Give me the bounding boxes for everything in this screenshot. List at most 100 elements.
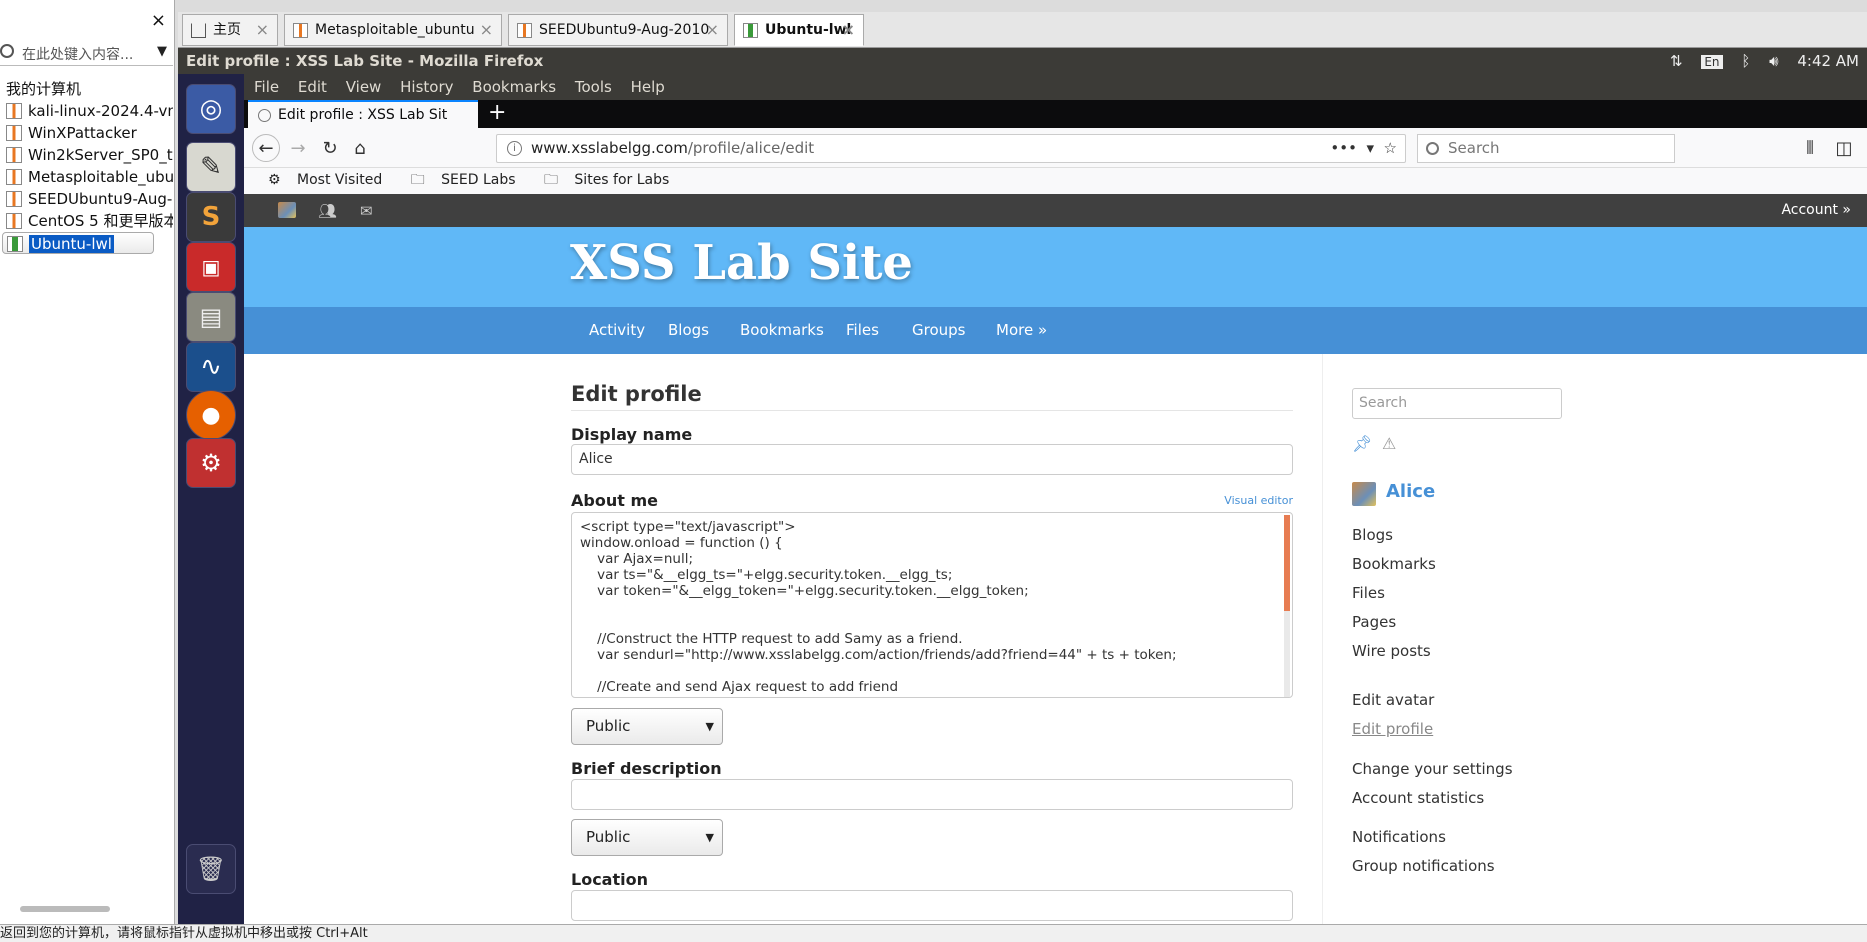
friends-icon[interactable]: 👥︎ <box>318 202 337 220</box>
firefox-icon[interactable]: ● <box>186 390 236 440</box>
brief-description-access-select[interactable]: Public ▼ <box>571 819 723 856</box>
close-icon[interactable]: × <box>480 15 493 45</box>
close-icon[interactable]: × <box>151 10 166 31</box>
menu-view[interactable]: View <box>346 78 382 96</box>
bookmark-star-icon[interactable]: ☆ <box>1384 139 1397 157</box>
bookmark-label: Sites for Labs <box>574 172 670 188</box>
vmware-status-bar: 返回到您的计算机，请将鼠标指针从虚拟机中移出或按 Ctrl+Alt <box>0 924 1867 942</box>
keyboard-layout-indicator[interactable]: En <box>1701 55 1723 69</box>
menu-bookmarks[interactable]: Bookmarks <box>472 78 556 96</box>
new-tab-button[interactable]: + <box>488 100 506 126</box>
reload-button[interactable]: ↻ <box>316 134 344 162</box>
vm-item-selected[interactable]: Ubuntu-lwl <box>2 232 154 254</box>
tree-root[interactable]: 我的计算机 <box>2 78 173 100</box>
info-icon[interactable]: i <box>507 141 522 156</box>
brief-description-field[interactable] <box>571 779 1293 810</box>
terminal-icon[interactable]: ▣ <box>186 242 236 292</box>
nav-blogs[interactable]: Blogs <box>668 321 709 339</box>
vm-item[interactable]: Win2kServer_SP0_ta <box>2 144 173 166</box>
sidebar-link-wire-posts[interactable]: Wire posts <box>1352 642 1431 660</box>
bookmark-sites-for-labs[interactable]: 🗀 Sites for Labs <box>532 172 669 188</box>
display-name-field[interactable]: Alice <box>571 444 1293 475</box>
horizontal-scrollbar[interactable] <box>20 906 110 912</box>
sidebar-link-edit-profile[interactable]: Edit profile <box>1352 720 1433 738</box>
library-search-input[interactable]: 在此处键入内容... ▼ <box>0 40 173 66</box>
sidebar-link-account-statistics[interactable]: Account statistics <box>1352 789 1484 807</box>
vm-tab-seedubuntu[interactable]: SEEDUbuntu9-Aug-2010 × <box>508 14 728 46</box>
network-icon[interactable]: ⇅ <box>1670 52 1683 70</box>
ubuntu-dash-icon[interactable]: ◎ <box>186 84 236 134</box>
location-field[interactable] <box>571 890 1293 921</box>
about-me-access-select[interactable]: Public ▼ <box>571 708 723 745</box>
home-button[interactable]: ⌂ <box>346 134 374 162</box>
chevron-down-icon[interactable]: ▼ <box>157 44 167 59</box>
menu-file[interactable]: File <box>254 78 279 96</box>
sidebar-link-files[interactable]: Files <box>1352 584 1385 602</box>
bookmark-label: Most Visited <box>297 172 383 188</box>
vm-tab-metasploitable[interactable]: Metasploitable_ubuntu × <box>284 14 502 46</box>
browser-search-placeholder: Search <box>1448 139 1500 157</box>
sidebar-search-input[interactable]: Search <box>1352 388 1562 419</box>
vm-tab-ubuntu-lwl[interactable]: Ubuntu-lwl × <box>734 14 864 46</box>
pin-icon[interactable]: 📌︎ <box>1352 434 1372 453</box>
scrollbar-thumb[interactable] <box>1284 515 1290 611</box>
visual-editor-link[interactable]: Visual editor <box>1224 494 1293 507</box>
url-bar[interactable]: i www.xsslabelgg.com/profile/alice/edit … <box>496 134 1406 163</box>
nav-groups[interactable]: Groups <box>912 321 965 339</box>
back-button[interactable]: ← <box>252 134 280 162</box>
nav-activity[interactable]: Activity <box>589 321 645 339</box>
site-name[interactable]: XSS Lab Site <box>570 235 913 291</box>
sidebar-link-blogs[interactable]: Blogs <box>1352 526 1393 544</box>
system-settings-icon[interactable]: ⚙ <box>186 438 236 488</box>
clock[interactable]: 4:42 AM <box>1797 52 1859 70</box>
menu-edit[interactable]: Edit <box>298 78 327 96</box>
nav-more[interactable]: More » <box>996 321 1047 339</box>
nav-files[interactable]: Files <box>846 321 879 339</box>
close-icon[interactable]: × <box>842 15 855 45</box>
pocket-icon[interactable]: ▾ <box>1366 139 1374 157</box>
menu-help[interactable]: Help <box>631 78 665 96</box>
sublime-text-icon[interactable]: S <box>186 192 236 242</box>
textarea-scrollbar[interactable] <box>1284 515 1290 697</box>
avatar[interactable] <box>1352 482 1376 506</box>
vm-item[interactable]: SEEDUbuntu9-Aug-2 <box>2 188 173 210</box>
bookmark-most-visited[interactable]: ⚙ Most Visited <box>256 172 382 188</box>
library-icon[interactable]: ⫴ <box>1796 134 1824 162</box>
sidebar-icon[interactable]: ◫ <box>1830 134 1858 162</box>
menu-tools[interactable]: Tools <box>575 78 612 96</box>
messages-icon[interactable]: ✉ <box>360 202 378 220</box>
trash-icon[interactable]: 🗑︎ <box>186 844 236 894</box>
sidebar-link-pages[interactable]: Pages <box>1352 613 1396 631</box>
divider <box>571 410 1293 411</box>
browser-search-input[interactable]: Search <box>1417 134 1675 163</box>
nav-bookmarks[interactable]: Bookmarks <box>740 321 824 339</box>
close-icon[interactable]: × <box>256 15 269 45</box>
vm-tab-home[interactable]: 主页 × <box>182 14 278 46</box>
vm-item[interactable]: Metasploitable_ubu <box>2 166 173 188</box>
vm-item[interactable]: kali-linux-2024.4-vm <box>2 100 173 122</box>
sidebar-link-bookmarks[interactable]: Bookmarks <box>1352 555 1436 573</box>
library-search-placeholder: 在此处键入内容... <box>22 47 134 63</box>
text-editor-icon[interactable]: ✎ <box>186 142 236 192</box>
sidebar-link-notifications[interactable]: Notifications <box>1352 828 1446 846</box>
bookmark-seed-labs[interactable]: 🗀 SEED Labs <box>399 172 516 188</box>
sidebar-link-change-settings[interactable]: Change your settings <box>1352 760 1513 778</box>
close-icon[interactable]: × <box>706 15 719 45</box>
sidebar-link-group-notifications[interactable]: Group notifications <box>1352 857 1495 875</box>
file-manager-icon[interactable]: ▤ <box>186 292 236 342</box>
vm-item[interactable]: CentOS 5 和更早版本 <box>2 210 173 232</box>
warning-icon[interactable]: ⚠ <box>1382 434 1396 453</box>
browser-tab-edit-profile[interactable]: Edit profile : XSS Lab Sit <box>248 100 478 128</box>
menu-history[interactable]: History <box>400 78 453 96</box>
volume-icon[interactable]: 🔊︎ <box>1769 52 1778 70</box>
bluetooth-icon[interactable]: ᛒ <box>1741 52 1750 70</box>
account-menu[interactable]: Account » <box>1781 202 1851 218</box>
sidebar-link-edit-avatar[interactable]: Edit avatar <box>1352 691 1434 709</box>
user-avatar-icon[interactable] <box>278 202 296 218</box>
forward-button[interactable]: → <box>284 134 312 162</box>
profile-owner-name[interactable]: Alice <box>1386 481 1435 502</box>
vm-item[interactable]: WinXPattacker <box>2 122 173 144</box>
page-actions-icon[interactable]: ••• <box>1330 139 1357 157</box>
wireshark-icon[interactable]: ∿ <box>186 342 236 392</box>
about-me-textarea[interactable]: <script type="text/javascript"> window.o… <box>571 512 1293 698</box>
